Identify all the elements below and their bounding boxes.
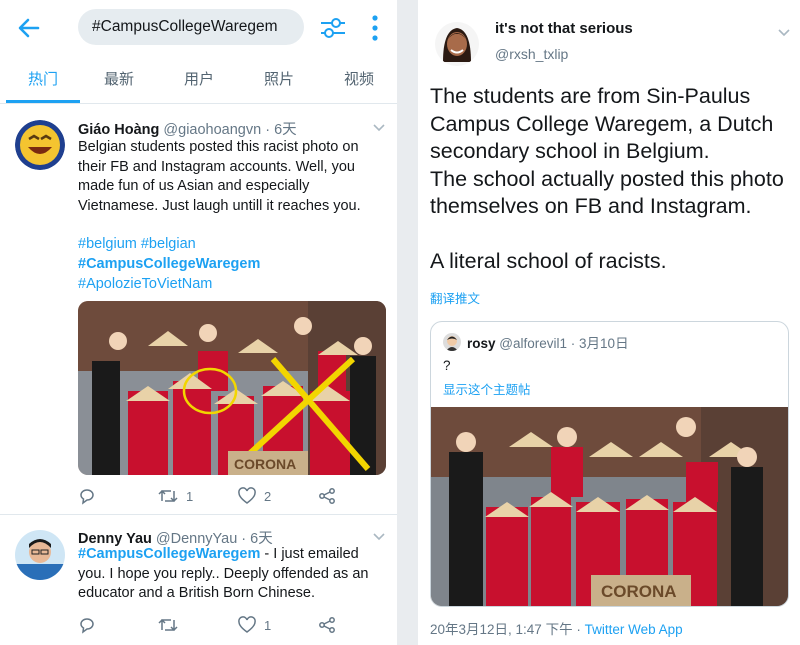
quote-photo[interactable]: CORONA [431, 407, 788, 606]
tweet-line: themselves on FB and Instagram. [430, 194, 752, 218]
tweet-card[interactable]: Denny Yau @DennyYau · 6天 #CampusCollegeW… [0, 515, 397, 645]
avatar[interactable] [15, 530, 65, 580]
share-button[interactable] [318, 614, 336, 636]
author-name[interactable]: Giáo Hoàng [78, 122, 159, 138]
tweet-card[interactable]: Giáo Hoàng @giaohoangvn · 6天 Belgian stu… [0, 104, 397, 514]
retweet-count: 1 [186, 488, 194, 504]
author-handle[interactable]: @giaohoangvn [163, 122, 261, 138]
author-name[interactable]: it's not that serious [495, 20, 633, 37]
like-count: 2 [264, 488, 272, 504]
share-button[interactable] [318, 485, 336, 507]
show-thread-link[interactable]: 显示这个主题帖 [443, 379, 531, 398]
tab-videos[interactable]: 视频 [322, 60, 396, 102]
avatar[interactable] [435, 22, 479, 66]
search-input[interactable]: #CampusCollegeWaregem [78, 9, 304, 45]
tweet-line [430, 221, 800, 249]
reply-button[interactable] [78, 614, 96, 636]
quote-author-handle[interactable]: @alforevil1 [499, 336, 567, 351]
tweet-line: The school actually posted this photo [430, 166, 784, 191]
tweet-timestamp: 20年3月12日, 1:47 下午 · [430, 622, 585, 637]
photo-sign-text: CORONA [234, 456, 296, 472]
quote-time: · 3月10日 [570, 336, 629, 351]
tweet-line: The students are from Sin-Paulus [430, 84, 751, 108]
retweet-button[interactable] [158, 614, 186, 636]
tweet-line: secondary school in Belgium. [430, 139, 710, 163]
share-icon [319, 617, 335, 633]
quote-header: rosy @alforevil1 · 3月10日 [467, 332, 629, 352]
avatar[interactable] [15, 120, 65, 170]
tab-photos[interactable]: 照片 [242, 60, 316, 102]
avatar[interactable] [443, 333, 461, 351]
chevron-down-icon[interactable] [777, 28, 791, 38]
quoted-tweet[interactable]: rosy @alforevil1 · 3月10日 ? 显示这个主题帖 CORON… [430, 321, 789, 607]
author-handle[interactable]: @rxsh_txlip [495, 46, 568, 62]
source-app-link[interactable]: Twitter Web App [585, 622, 683, 637]
tweet-time: · 6天 [265, 122, 297, 138]
filter-sliders-icon[interactable] [318, 13, 348, 43]
tweet-text: Belgian students posted this racist phot… [78, 139, 361, 214]
tweet-photo[interactable]: CORONA [78, 301, 386, 475]
heart-icon [238, 616, 256, 633]
tweet-text: The students are from Sin-Paulus Campus … [430, 83, 800, 276]
reply-icon [80, 618, 94, 634]
more-vertical-icon[interactable] [365, 13, 385, 43]
share-icon [319, 488, 335, 504]
tweet-footer: 20年3月12日, 1:47 下午 · Twitter Web App [430, 618, 683, 638]
reply-button[interactable] [78, 485, 96, 507]
like-count: 1 [264, 617, 272, 633]
tweet-actions: 1 [78, 614, 378, 636]
chevron-down-icon[interactable] [372, 123, 386, 133]
arrow-left-icon[interactable] [14, 14, 44, 42]
tab-latest[interactable]: 最新 [82, 60, 156, 102]
search-results-panel: #CampusCollegeWaregem 热门 最新 用户 照片 视频 Giá… [0, 0, 397, 645]
retweet-button[interactable]: 1 [158, 485, 193, 507]
heart-icon [238, 487, 256, 504]
tweet-text: #CampusCollegeWaregem - I just emailed y… [78, 545, 383, 604]
like-button[interactable]: 1 [238, 614, 271, 636]
hashtag-link[interactable]: #belgium #belgian [78, 235, 196, 255]
retweet-icon [158, 618, 178, 632]
tab-top[interactable]: 热门 [6, 60, 80, 102]
search-tabs: 热门 最新 用户 照片 视频 [0, 60, 397, 104]
top-bar: #CampusCollegeWaregem [0, 0, 397, 58]
like-button[interactable]: 2 [238, 485, 271, 507]
tab-people[interactable]: 用户 [162, 60, 236, 102]
translate-tweet-link[interactable]: 翻译推文 [430, 288, 480, 307]
reply-icon [80, 489, 94, 505]
tweet-line: A literal school of racists. [430, 249, 667, 273]
hashtag-link[interactable]: #ApolozieToVietNam [78, 275, 212, 295]
active-tab-indicator [6, 100, 80, 103]
tweet-actions: 1 2 [78, 485, 378, 507]
quote-text: ? [443, 358, 451, 373]
photo-sign-text: CORONA [601, 582, 677, 601]
hashtag-link[interactable]: #CampusCollegeWaregem [78, 546, 260, 562]
tweet-detail-panel: it's not that serious @rxsh_txlip The st… [418, 0, 800, 645]
chevron-down-icon[interactable] [372, 532, 386, 542]
tweet-line: Campus College Waregem, a Dutch [430, 111, 774, 136]
hashtag-link[interactable]: #CampusCollegeWaregem [78, 255, 260, 275]
retweet-icon [158, 489, 178, 503]
quote-author-name[interactable]: rosy [467, 336, 496, 351]
tweet-header: Giáo Hoàng @giaohoangvn · 6天 [78, 118, 297, 139]
